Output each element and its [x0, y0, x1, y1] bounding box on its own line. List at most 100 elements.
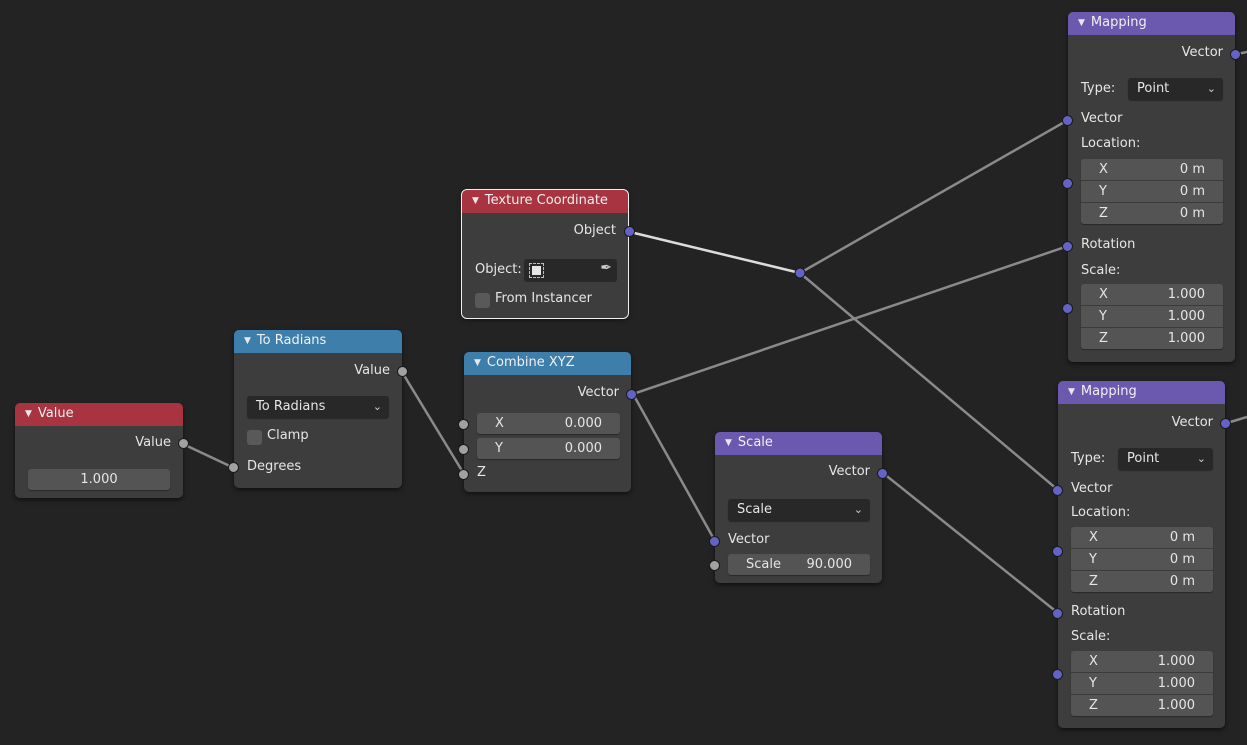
output-socket-value[interactable]: [397, 366, 408, 377]
node-scale[interactable]: ▼ Scale Vector Scale ⌄ Vector Scale 90.00…: [709, 432, 888, 583]
node-title: Combine XYZ: [486, 355, 575, 370]
scale-z-field[interactable]: Z 1.000: [1071, 694, 1213, 716]
collapse-triangle-icon[interactable]: ▼: [25, 403, 32, 425]
collapse-triangle-icon[interactable]: ▼: [1078, 12, 1085, 34]
reroute-node[interactable]: [794, 267, 806, 279]
scale-x-field[interactable]: X 1.000: [1071, 651, 1213, 672]
collapse-triangle-icon[interactable]: ▼: [725, 432, 732, 454]
object-icon-fill: [532, 266, 541, 275]
type-value: Point: [1137, 81, 1170, 96]
input-socket-z[interactable]: [458, 469, 469, 480]
axis-value: 0 m: [1169, 530, 1195, 545]
clamp-checkbox[interactable]: [247, 430, 262, 445]
operation-dropdown[interactable]: To Radians ⌄: [247, 396, 389, 418]
output-label: Value: [135, 435, 171, 450]
collapse-triangle-icon[interactable]: ▼: [472, 190, 479, 212]
scale-y-field[interactable]: Y 1.000: [1081, 305, 1223, 327]
scale-y-field[interactable]: Y 1.000: [1071, 672, 1213, 694]
axis-label: Z: [1099, 206, 1108, 221]
scale-z-field[interactable]: Z 1.000: [1081, 327, 1223, 349]
chevron-down-icon: ⌄: [853, 503, 863, 516]
node-value[interactable]: ▼ Value Value 1.000: [15, 403, 189, 498]
output-label: Value: [354, 363, 390, 378]
node-mapping-top[interactable]: ▼ Mapping Vector Type: Point ⌄ Vector Loc…: [1062, 12, 1241, 362]
collapse-triangle-icon[interactable]: ▼: [1068, 381, 1075, 403]
input-socket-x[interactable]: [458, 419, 469, 430]
object-label: Object:: [475, 262, 522, 277]
location-x-field[interactable]: X 0 m: [1081, 159, 1223, 180]
axis-value: 1.000: [1157, 654, 1195, 669]
output-socket-value[interactable]: [178, 438, 189, 449]
chevron-down-icon: ⌄: [1206, 82, 1216, 95]
axis-label: X: [1089, 654, 1098, 669]
scale-x-field[interactable]: X 1.000: [1081, 284, 1223, 305]
clamp-label: Clamp: [267, 428, 309, 443]
location-x-field[interactable]: X 0 m: [1071, 527, 1213, 548]
output-socket-vector[interactable]: [1220, 418, 1231, 429]
input-socket-y[interactable]: [458, 444, 469, 455]
node-to-radians[interactable]: ▼ To Radians Value To Radians ⌄ Clamp Deg…: [228, 330, 408, 488]
link-scale-to-mapping-bottom-rotation: [882, 472, 1059, 614]
output-label: Vector: [1181, 45, 1223, 60]
node-header[interactable]: ▼ Value: [15, 403, 183, 426]
y-field[interactable]: Y 0.000: [477, 438, 620, 459]
node-combine-xyz[interactable]: ▼ Combine XYZ Vector X 0.000 Y 0.000 Z: [458, 352, 637, 492]
scale-fields: X 1.000 Y 1.000 Z 1.000: [1081, 284, 1223, 349]
axis-label: Y: [1099, 309, 1107, 324]
location-label: Location:: [1081, 136, 1141, 151]
scale-fields: X 1.000 Y 1.000 Z 1.000: [1071, 651, 1213, 716]
node-header[interactable]: ▼ To Radians: [234, 330, 402, 353]
axis-value: 1.000: [1157, 676, 1195, 691]
link-value-to-degrees: [182, 442, 235, 470]
collapse-triangle-icon[interactable]: ▼: [244, 330, 251, 352]
input-socket-location[interactable]: [1062, 178, 1073, 189]
node-title: Mapping: [1080, 384, 1137, 399]
collapse-triangle-icon[interactable]: ▼: [474, 352, 481, 374]
scale-value: 90.000: [806, 557, 853, 572]
location-y-field[interactable]: Y 0 m: [1071, 548, 1213, 570]
link-combine-to-scale-vector: [631, 393, 717, 542]
node-header[interactable]: ▼ Mapping: [1058, 381, 1225, 404]
type-dropdown[interactable]: Point ⌄: [1118, 448, 1213, 470]
input-socket-vector[interactable]: [1062, 115, 1073, 126]
output-socket-vector[interactable]: [1230, 49, 1241, 60]
output-socket-vector[interactable]: [877, 468, 888, 479]
x-field[interactable]: X 0.000: [477, 413, 620, 434]
node-header[interactable]: ▼ Mapping: [1068, 12, 1235, 35]
input-socket-scale[interactable]: [1062, 303, 1073, 314]
from-instancer-checkbox[interactable]: [475, 293, 490, 308]
input-socket-location[interactable]: [1052, 546, 1063, 557]
object-field[interactable]: ✒: [524, 259, 617, 282]
vector-input-label: Vector: [1081, 111, 1123, 126]
input-socket-scale[interactable]: [709, 560, 720, 571]
axis-label: Y: [1099, 184, 1107, 199]
input-socket-vector[interactable]: [1052, 485, 1063, 496]
location-z-field[interactable]: Z 0 m: [1081, 202, 1223, 224]
location-z-field[interactable]: Z 0 m: [1071, 570, 1213, 592]
type-label: Type:: [1071, 451, 1106, 466]
axis-value: 0 m: [1169, 552, 1195, 567]
input-socket-vector[interactable]: [709, 536, 720, 547]
node-texture-coordinate[interactable]: ▼ Texture Coordinate Object Object: ✒ Fro…: [461, 189, 635, 319]
node-header[interactable]: ▼ Scale: [715, 432, 882, 455]
type-dropdown[interactable]: Point ⌄: [1128, 78, 1223, 100]
operation-dropdown[interactable]: Scale ⌄: [728, 499, 870, 521]
node-mapping-bottom[interactable]: ▼ Mapping Vector Type: Point ⌄ Vector Loc…: [1052, 381, 1231, 728]
output-socket-vector[interactable]: [626, 389, 637, 400]
input-socket-degrees[interactable]: [228, 462, 239, 473]
value-field[interactable]: 1.000: [28, 469, 170, 490]
input-socket-rotation[interactable]: [1062, 241, 1073, 252]
node-header[interactable]: ▼ Texture Coordinate: [462, 190, 628, 213]
node-header[interactable]: ▼ Combine XYZ: [464, 352, 631, 375]
node-title: Mapping: [1090, 15, 1147, 30]
output-socket-object[interactable]: [624, 226, 635, 237]
input-socket-scale[interactable]: [1052, 669, 1063, 680]
eyedropper-icon[interactable]: ✒: [600, 260, 612, 276]
location-y-field[interactable]: Y 0 m: [1081, 180, 1223, 202]
scale-field[interactable]: Scale 90.000: [728, 554, 870, 575]
type-value: Point: [1127, 451, 1160, 466]
location-label: Location:: [1071, 505, 1131, 520]
input-socket-rotation[interactable]: [1052, 608, 1063, 619]
axis-label: Z: [1089, 574, 1098, 589]
scale-label: Scale: [746, 557, 781, 572]
